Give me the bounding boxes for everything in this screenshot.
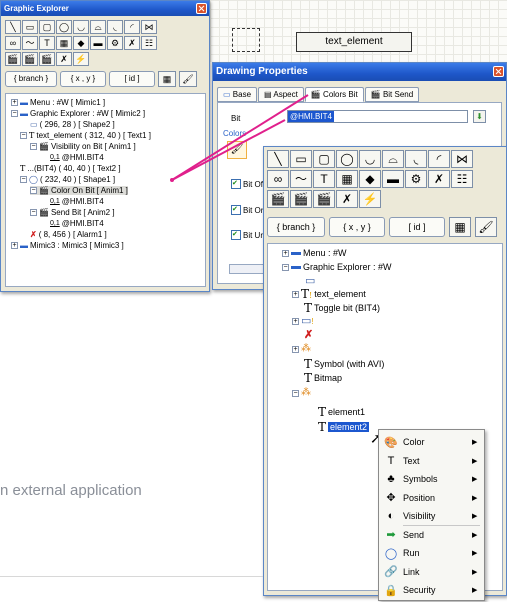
- connector-line-bit: [171, 119, 286, 181]
- connector-dot: [170, 178, 174, 182]
- connector-lines: [170, 94, 309, 182]
- connector-line-tree: [171, 94, 309, 181]
- divider-line: [0, 576, 263, 577]
- caption-text: n external application: [0, 482, 142, 499]
